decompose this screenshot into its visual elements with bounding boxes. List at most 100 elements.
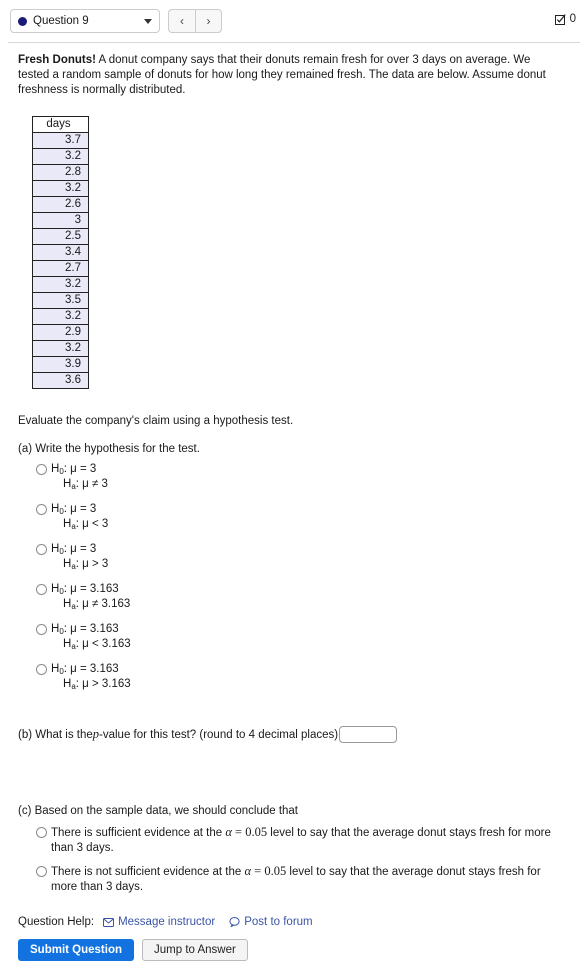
hypothesis-option[interactable]: H0: μ = 3 Ha: μ > 3 <box>18 542 572 572</box>
radio-button[interactable] <box>36 827 47 838</box>
footer-button-row: Submit Question Jump to Answer <box>18 939 570 961</box>
alt-hypothesis-expression: : μ < 3 <box>75 518 109 530</box>
table-cell-days: 3.6 <box>32 372 89 389</box>
table-row: 3.4 <box>32 244 89 261</box>
radio-button[interactable] <box>36 866 47 877</box>
p-value-input[interactable] <box>339 726 398 743</box>
hypothesis-option[interactable]: H0: μ = 3.163 Ha: μ < 3.163 <box>18 622 572 652</box>
part-a-prompt: (a) Write the hypothesis for the test. <box>18 443 200 455</box>
table-row: 2.7 <box>32 260 89 277</box>
radio-button[interactable] <box>36 544 47 555</box>
table-row: 3.7 <box>32 132 89 149</box>
question-selector-label: Question 9 <box>33 15 89 27</box>
alt-hypothesis-subscript: a <box>71 642 76 651</box>
hypothesis-option[interactable]: H0: μ = 3 Ha: μ ≠ 3 <box>18 462 572 492</box>
radio-button[interactable] <box>36 504 47 515</box>
chevron-down-icon <box>144 18 152 24</box>
table-cell-days: 2.9 <box>32 324 89 341</box>
conclusion-option[interactable]: There is sufficient evidence at the α = … <box>18 825 572 856</box>
null-hypothesis-line: H0: μ = 3 <box>51 502 108 517</box>
conclusion-option-text: There is not sufficient evidence at the … <box>51 864 556 895</box>
hypothesis-option[interactable]: H0: μ = 3.163 Ha: μ > 3.163 <box>18 662 572 692</box>
alt-hypothesis-subscript: a <box>71 682 76 691</box>
alt-hypothesis-expression: : μ < 3.163 <box>75 638 131 650</box>
conclusion-prefix: There is sufficient evidence at the <box>51 827 226 839</box>
null-hypothesis-subscript: 0 <box>59 507 64 516</box>
hypothesis-option-body: H0: μ = 3 Ha: μ ≠ 3 <box>51 462 108 492</box>
table-cell-days: 3.2 <box>32 180 89 197</box>
table-row: 3.2 <box>32 276 89 293</box>
table-header-row: days <box>32 116 89 133</box>
table-row: 2.5 <box>32 228 89 245</box>
table-cell-days: 2.8 <box>32 164 89 181</box>
table-body: 3.7 3.2 2.8 3.2 2.6 3 2.5 3.4 2.7 3.2 3.5 3.2 2.9 3.2… <box>32 132 89 389</box>
null-hypothesis-line: H0: μ = 3 <box>51 542 108 557</box>
alpha-equals: = <box>231 825 246 839</box>
question-help-label: Question Help: <box>18 916 95 928</box>
alt-hypothesis-line: Ha: μ ≠ 3 <box>51 477 108 492</box>
null-hypothesis-subscript: 0 <box>59 627 64 636</box>
days-data-table: days 3.7 3.2 2.8 3.2 2.6 3 2.5 3.4 2.7 3.2 3.5 3.2 2… <box>32 116 89 389</box>
null-hypothesis-expression: : μ = 3.163 <box>63 583 119 595</box>
table-row: 3.2 <box>32 308 89 325</box>
null-hypothesis-expression: : μ = 3 <box>63 503 97 515</box>
table-cell-days: 3.2 <box>32 276 89 293</box>
post-to-forum-link[interactable]: Post to forum <box>229 916 313 928</box>
radio-button[interactable] <box>36 464 47 475</box>
table-cell-days: 2.7 <box>32 260 89 277</box>
envelope-icon <box>103 917 115 927</box>
next-question-button[interactable]: › <box>195 9 222 33</box>
radio-button[interactable] <box>36 664 47 675</box>
table-cell-days: 3.9 <box>32 356 89 373</box>
table-cell-days: 3.5 <box>32 292 89 309</box>
question-selector-dropdown[interactable]: Question 9 <box>10 9 160 33</box>
alpha-level-value: 0.05 <box>245 825 268 839</box>
question-content: Fresh Donuts! A donut company says that … <box>0 43 588 895</box>
null-hypothesis-line: H0: μ = 3.163 <box>51 662 131 677</box>
message-instructor-link[interactable]: Message instructor <box>103 916 215 928</box>
table-cell-days: 3.4 <box>32 244 89 261</box>
alpha-level-value: 0.05 <box>264 864 287 878</box>
null-hypothesis-subscript: 0 <box>59 667 64 676</box>
table-cell-days: 3 <box>32 212 89 229</box>
post-to-forum-label: Post to forum <box>244 916 313 928</box>
table-cell-days: 3.7 <box>32 132 89 149</box>
table-row: 3.9 <box>32 356 89 373</box>
table-row: 2.9 <box>32 324 89 341</box>
prev-question-button[interactable]: ‹ <box>168 9 195 33</box>
null-hypothesis-subscript: 0 <box>59 587 64 596</box>
submit-question-button[interactable]: Submit Question <box>18 939 134 961</box>
hypothesis-option[interactable]: H0: μ = 3 Ha: μ < 3 <box>18 502 572 532</box>
question-footer: Question Help: Message instructor Post t… <box>18 916 570 961</box>
question-nav-group: ‹ › <box>168 9 222 33</box>
score-indicator: 0 <box>554 13 576 25</box>
question-title: Fresh Donuts! <box>18 54 96 66</box>
part-a-options: H0: μ = 3 Ha: μ ≠ 3 H0: μ = 3 Ha: μ < 3 H0: … <box>18 462 572 692</box>
conclusion-prefix: There is not sufficient evidence at the <box>51 866 245 878</box>
radio-button[interactable] <box>36 584 47 595</box>
hypothesis-option-body: H0: μ = 3.163 Ha: μ ≠ 3.163 <box>51 582 130 612</box>
hypothesis-option-body: H0: μ = 3 Ha: μ < 3 <box>51 502 108 532</box>
part-b-prefix: (b) What is the <box>18 728 93 741</box>
question-help-row: Question Help: Message instructor Post t… <box>18 916 570 928</box>
alt-hypothesis-line: Ha: μ < 3.163 <box>51 637 131 652</box>
jump-to-answer-button[interactable]: Jump to Answer <box>142 939 248 961</box>
table-row: 3.2 <box>32 340 89 357</box>
table-cell-days: 2.6 <box>32 196 89 213</box>
hypothesis-option-body: H0: μ = 3.163 Ha: μ < 3.163 <box>51 622 131 652</box>
table-row: 2.8 <box>32 164 89 181</box>
alt-hypothesis-subscript: a <box>71 602 76 611</box>
part-c-options: There is sufficient evidence at the α = … <box>18 825 572 895</box>
table-cell-days: 3.2 <box>32 148 89 165</box>
table-cell-days: 3.2 <box>32 308 89 325</box>
alt-hypothesis-line: Ha: μ < 3 <box>51 517 108 532</box>
checkbox-check-icon <box>554 13 566 25</box>
score-value: 0 <box>569 13 576 25</box>
hypothesis-option-body: H0: μ = 3.163 Ha: μ > 3.163 <box>51 662 131 692</box>
table-cell-days: 3.2 <box>32 340 89 357</box>
conclusion-option[interactable]: There is not sufficient evidence at the … <box>18 864 572 895</box>
hypothesis-option[interactable]: H0: μ = 3.163 Ha: μ ≠ 3.163 <box>18 582 572 612</box>
radio-button[interactable] <box>36 624 47 635</box>
question-status-dot-icon <box>18 16 27 26</box>
table-row: 3.2 <box>32 148 89 165</box>
